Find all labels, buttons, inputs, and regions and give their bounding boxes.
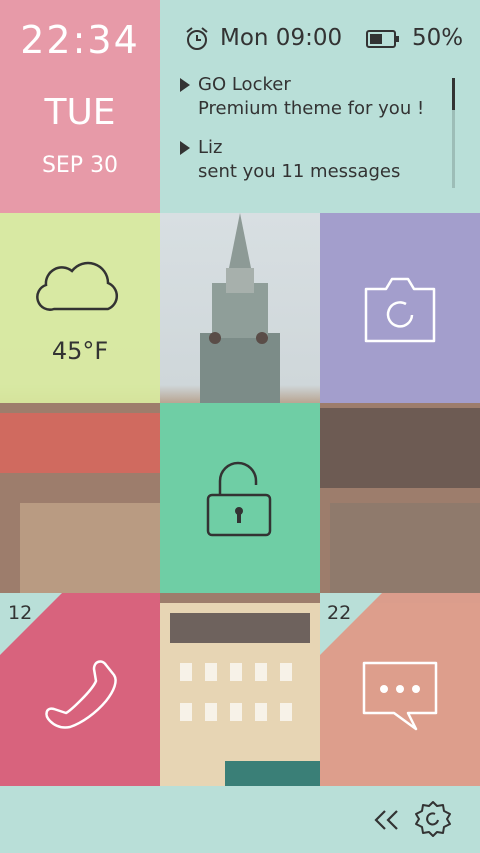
notification-title: GO Locker [198,74,291,95]
phone-badge: 12 [8,602,33,624]
notification-item[interactable]: Liz sent you 11 messages [180,137,450,185]
notification-title: Liz [198,137,223,158]
alarm-text: Mon 09:00 [220,25,343,51]
clock-tile: 22:34 TUE SEP 30 [0,0,160,213]
camera-icon [360,271,440,347]
message-icon [360,659,440,733]
alarm-clock-icon [184,26,210,52]
camera-tile[interactable] [320,213,480,403]
unlock-tile[interactable] [160,403,320,593]
clock-date: SEP 30 [41,153,119,178]
bottom-bar [0,786,480,853]
notification-item[interactable]: GO Locker Premium theme for you ! [180,74,450,122]
battery-text: 50% [412,25,464,51]
status-panel: Mon 09:00 50% GO Locker Premium theme fo… [160,0,480,213]
play-arrow-icon [180,78,190,92]
weather-tile[interactable]: 45°F [0,213,160,403]
message-tile[interactable]: 22 [320,593,480,786]
unlock-icon [206,459,272,539]
clock-day: TUE [44,92,116,133]
clock-time: 22:34 [20,18,140,62]
notification-body: sent you 11 messages [198,161,401,182]
message-badge: 22 [327,602,352,624]
phone-tile[interactable]: 12 [0,593,160,786]
play-arrow-icon [180,141,190,155]
cloud-icon [36,253,124,313]
phone-icon [40,651,122,731]
weather-temp: 45°F [51,337,109,365]
gear-icon[interactable] [414,800,452,838]
double-chevron-left-icon[interactable] [372,808,400,832]
battery-icon [366,29,400,49]
notification-scrollbar[interactable] [452,78,455,188]
notification-body: Premium theme for you ! [198,98,425,119]
